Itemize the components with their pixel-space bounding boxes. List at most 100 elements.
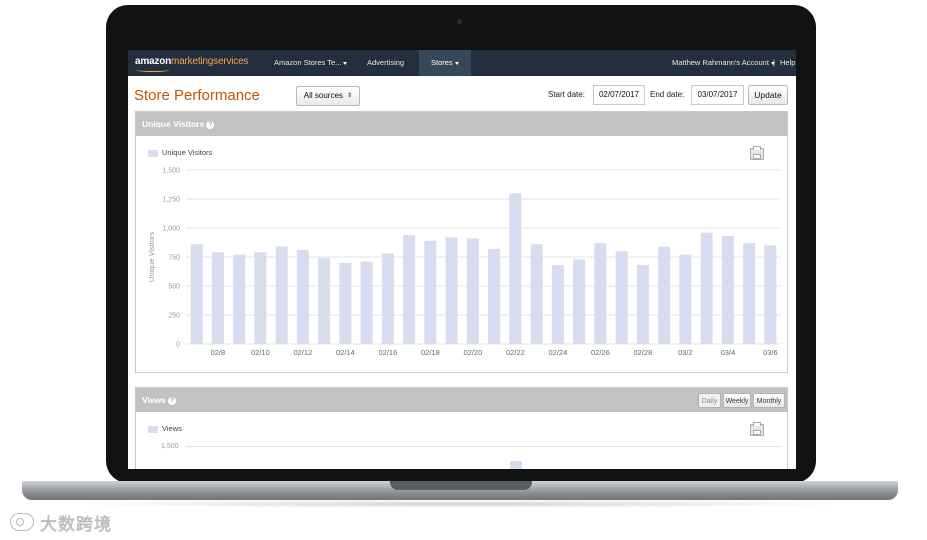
- bar[interactable]: [488, 248, 501, 344]
- weekly-toggle[interactable]: Weekly: [723, 393, 751, 408]
- sources-label: All sources: [303, 91, 343, 101]
- help-link[interactable]: Help: [780, 50, 795, 76]
- y-axis-label: Unique Visitors: [147, 232, 156, 283]
- gridline: [186, 446, 781, 447]
- bar[interactable]: [573, 259, 586, 344]
- caret-down-icon: [343, 61, 348, 65]
- nav-item-label: Advertising: [367, 58, 405, 67]
- bar[interactable]: [551, 265, 564, 344]
- bar[interactable]: [466, 238, 479, 344]
- account-menu[interactable]: Matthew Rahmann's Account: [672, 50, 775, 76]
- bar[interactable]: [700, 232, 713, 344]
- nav-item-label: Stores: [431, 58, 453, 67]
- bar[interactable]: [445, 237, 458, 344]
- unique-visitors-panel: Unique Visitors? Unique Visitors 0 250 500…: [135, 111, 788, 373]
- bar[interactable]: [510, 461, 522, 469]
- account-label: Matthew Rahmann's Account: [672, 58, 769, 67]
- panel-title-text: Views: [142, 395, 166, 405]
- x-tick-label: 02/18: [421, 348, 440, 357]
- x-tick-label: 03/6: [763, 348, 778, 357]
- screen: amazonmarketingservices Amazon Stores Te…: [128, 50, 796, 469]
- nav-separator: |: [773, 58, 775, 67]
- watermark: 大数跨境: [10, 510, 112, 534]
- x-tick-label: 02/10: [251, 348, 270, 357]
- bar[interactable]: [296, 250, 309, 344]
- unique-visitors-chart: 0 250 500 750 1,000 1,250 1,500 Unique Visitors…: [147, 168, 781, 357]
- x-tick-label: 02/12: [293, 348, 312, 357]
- legend-swatch: [148, 425, 158, 433]
- bar[interactable]: [424, 240, 437, 344]
- y-tick-label: 750: [168, 255, 180, 262]
- legend-label: Views: [162, 424, 182, 433]
- bar[interactable]: [318, 258, 331, 344]
- y-tick-label: 0: [176, 342, 180, 349]
- watermark-text: 大数跨境: [40, 514, 112, 534]
- bar[interactable]: [658, 246, 671, 344]
- bar[interactable]: [530, 244, 543, 344]
- bar[interactable]: [275, 246, 288, 344]
- page-title: Store Performance: [134, 87, 260, 104]
- bar[interactable]: [211, 252, 224, 344]
- x-tick-label: 03/4: [721, 348, 736, 357]
- bar[interactable]: [636, 265, 649, 344]
- views-panel: Views? Daily Weekly Monthly Views 1,500: [135, 387, 788, 469]
- nav-stores[interactable]: Stores: [419, 50, 471, 76]
- monthly-toggle[interactable]: Monthly: [753, 393, 785, 408]
- bar[interactable]: [679, 254, 692, 344]
- x-tick-label: 02/16: [378, 348, 397, 357]
- bar[interactable]: [254, 252, 267, 344]
- end-date-input[interactable]: 03/07/2017: [691, 85, 744, 105]
- bar[interactable]: [360, 261, 373, 344]
- y-tick-label: 1,500: [162, 168, 180, 175]
- y-tick-label: 1,000: [162, 226, 180, 233]
- laptop-shadow: [60, 500, 860, 508]
- bar[interactable]: [764, 245, 777, 344]
- chart-legend[interactable]: Views: [148, 424, 182, 433]
- y-tick-label: 1,250: [162, 197, 180, 204]
- x-tick-label: 02/26: [591, 348, 610, 357]
- daily-toggle[interactable]: Daily: [698, 393, 721, 408]
- bar[interactable]: [743, 243, 756, 344]
- y-tick-label: 1,500: [161, 443, 179, 450]
- updown-icon: ⇕: [347, 93, 353, 99]
- bar[interactable]: [233, 254, 246, 344]
- start-date-input[interactable]: 02/07/2017: [593, 85, 645, 105]
- laptop-notch: [390, 481, 532, 490]
- caret-down-icon: [454, 61, 459, 65]
- brand-smile-icon: [136, 68, 170, 72]
- end-date-label: End date:: [650, 90, 685, 99]
- bar[interactable]: [403, 234, 416, 344]
- print-icon[interactable]: [750, 422, 764, 436]
- top-nav: amazonmarketingservices Amazon Stores Te…: [128, 50, 796, 76]
- x-tick-label: 02/20: [463, 348, 482, 357]
- bar[interactable]: [509, 193, 522, 344]
- bar[interactable]: [594, 243, 607, 344]
- camera-icon: [457, 19, 462, 24]
- x-tick-label: 02/22: [506, 348, 525, 357]
- x-tick-label: 03/2: [678, 348, 693, 357]
- y-tick-label: 250: [168, 313, 180, 320]
- bar[interactable]: [381, 253, 394, 344]
- brand-accent: marketingservices: [171, 56, 249, 67]
- watermark-logo-icon: [10, 513, 34, 531]
- sources-dropdown[interactable]: All sources ⇕: [296, 86, 360, 106]
- brand-logo[interactable]: amazonmarketingservices: [135, 56, 248, 67]
- bar[interactable]: [721, 236, 734, 344]
- bar[interactable]: [339, 262, 352, 344]
- nav-advertising[interactable]: Advertising: [367, 50, 404, 76]
- bar[interactable]: [190, 244, 203, 344]
- x-tick-label: 02/24: [548, 348, 567, 357]
- bar[interactable]: [615, 251, 628, 344]
- update-button[interactable]: Update: [748, 85, 788, 105]
- nav-stores-account[interactable]: Amazon Stores Te...: [274, 50, 348, 76]
- brand-main: amazon: [135, 56, 172, 67]
- x-tick-label: 02/28: [633, 348, 652, 357]
- start-date-label: Start date:: [548, 90, 585, 99]
- x-tick-label: 02/8: [211, 348, 226, 357]
- help-icon[interactable]: ?: [167, 396, 176, 405]
- nav-item-label: Amazon Stores Te...: [274, 58, 342, 67]
- x-tick-label: 02/14: [336, 348, 355, 357]
- y-tick-label: 500: [168, 284, 180, 291]
- panel-header: Views? Daily Weekly Monthly: [136, 388, 787, 412]
- panel-title: Views?: [142, 395, 176, 405]
